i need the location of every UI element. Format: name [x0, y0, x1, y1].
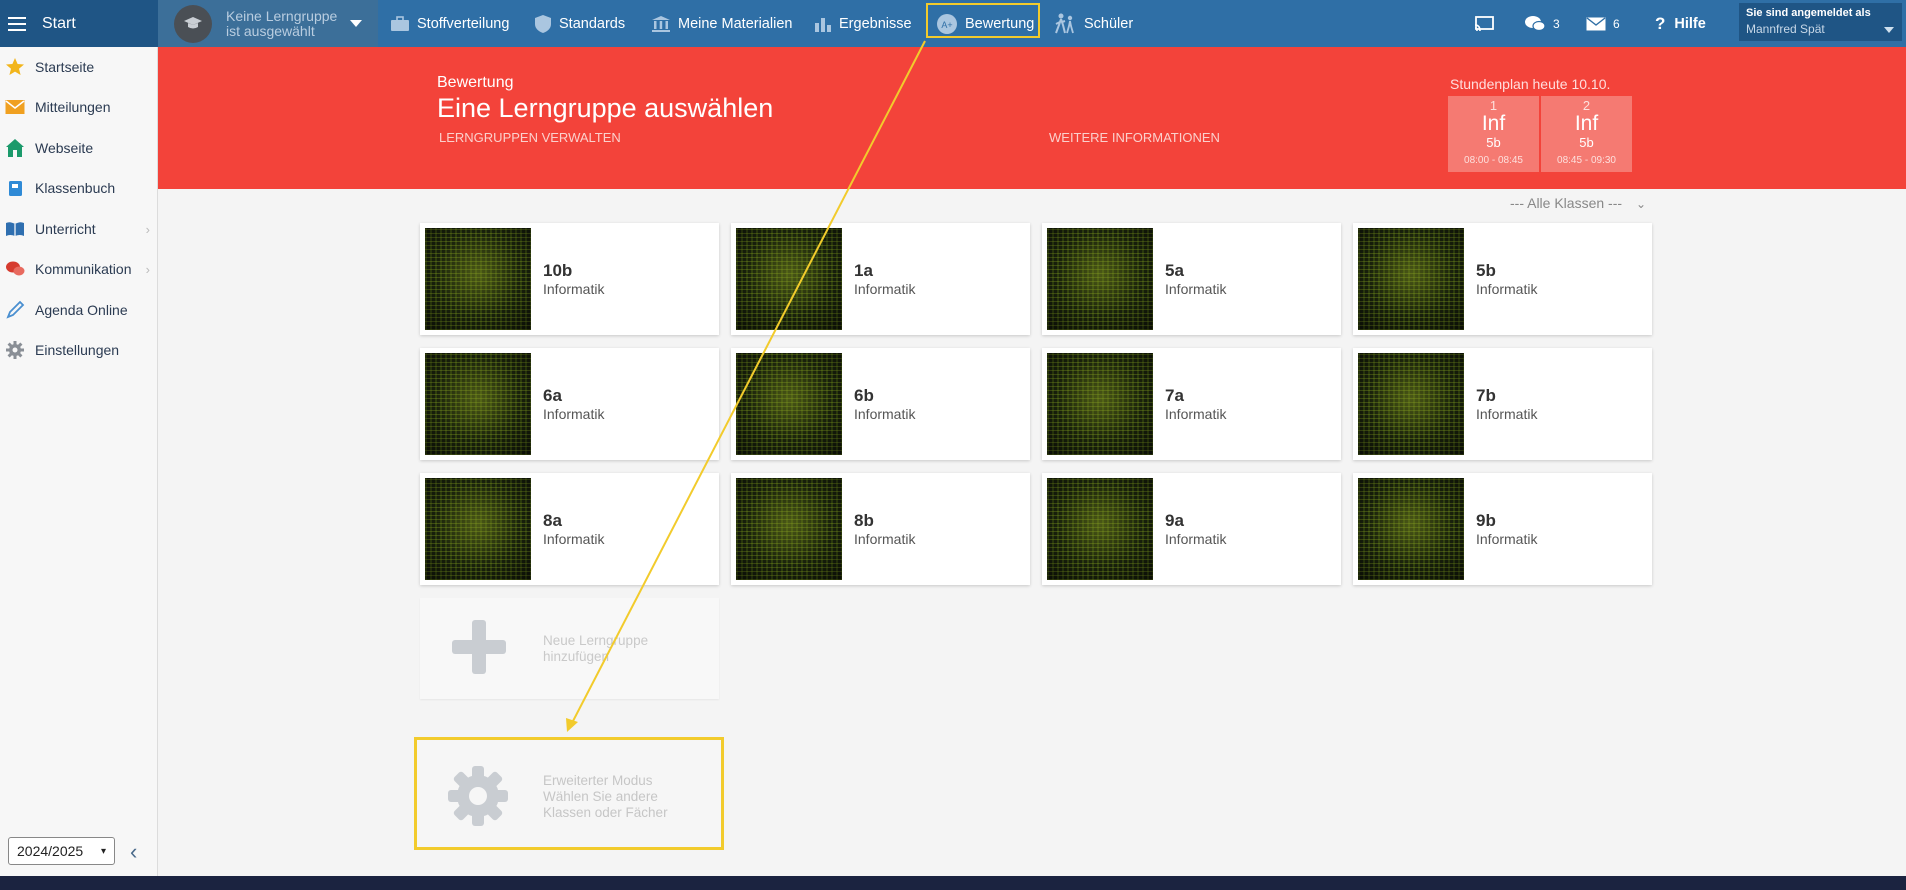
lerngruppe-text: Keine Lerngruppe ist ausgewählt: [226, 7, 338, 39]
chat-bubbles-icon: [1525, 15, 1546, 31]
class-card-image: [736, 353, 842, 455]
class-card-10b[interactable]: 10b Informatik: [420, 223, 719, 335]
chat-bubbles-icon: [6, 261, 25, 276]
library-icon: [652, 15, 670, 32]
sidebar-item-unterricht[interactable]: Unterricht ›: [0, 214, 158, 244]
caret-down-icon: [350, 20, 362, 27]
class-card-image: [1047, 478, 1153, 580]
chevron-right-icon: ›: [145, 261, 150, 277]
house-icon: [6, 139, 24, 157]
caret-down-icon: [1884, 27, 1894, 33]
class-card-6a[interactable]: 6a Informatik: [420, 348, 719, 460]
sidebar-item-agenda-online[interactable]: Agenda Online: [0, 295, 158, 325]
plus-icon: [452, 620, 506, 674]
class-card-image: [1358, 478, 1464, 580]
class-card-image: [425, 353, 531, 455]
sidebar-item-webseite[interactable]: Webseite: [0, 133, 158, 163]
class-card-9b[interactable]: 9b Informatik: [1353, 473, 1652, 585]
class-card-8a[interactable]: 8a Informatik: [420, 473, 719, 585]
graduation-cap-icon: [174, 4, 212, 43]
lerngruppe-selector[interactable]: Keine Lerngruppe ist ausgewählt: [158, 0, 378, 47]
class-card-image: [736, 478, 842, 580]
nav-standards[interactable]: Standards: [534, 0, 625, 47]
sidebar-item-kommunikation[interactable]: Kommunikation ›: [0, 254, 158, 284]
shield-icon: [535, 14, 551, 33]
cast-screen-button[interactable]: [1474, 0, 1501, 47]
sidebar: Startseite Mitteilungen Webseite Klassen…: [0, 47, 158, 876]
sidebar-item-klassenbuch[interactable]: Klassenbuch: [0, 173, 158, 203]
envelope-icon: [5, 100, 25, 114]
chat-count: 3: [1553, 16, 1560, 31]
nav-ergebnisse[interactable]: Ergebnisse: [814, 0, 912, 47]
class-card-7b[interactable]: 7b Informatik: [1353, 348, 1652, 460]
user-menu[interactable]: Sie sind angemeldet als Mannfred Spät: [1739, 3, 1902, 41]
pen-icon: [6, 300, 25, 319]
class-card-8b[interactable]: 8b Informatik: [731, 473, 1030, 585]
schedule-title: Stundenplan heute 10.10.: [1450, 76, 1611, 92]
question-icon: ?: [1655, 13, 1666, 33]
os-taskbar: [0, 876, 1906, 890]
briefcase-icon: [391, 15, 409, 31]
sidebar-item-startseite[interactable]: Startseite: [0, 52, 158, 82]
nav-stoffverteilung[interactable]: Stoffverteilung: [390, 0, 509, 47]
class-card-image: [1358, 353, 1464, 455]
envelope-icon: [1586, 16, 1606, 30]
chevron-right-icon: ›: [145, 221, 150, 237]
schedule-lesson-2[interactable]: 2 Inf 5b 08:45 - 09:30: [1541, 96, 1632, 172]
manage-groups-link[interactable]: LERNGRUPPEN VERWALTEN: [439, 130, 621, 145]
class-card-image: [425, 478, 531, 580]
class-card-image: [1358, 228, 1464, 330]
class-card-7a[interactable]: 7a Informatik: [1042, 348, 1341, 460]
mail-count: 6: [1613, 16, 1620, 31]
page-subtitle: Bewertung: [437, 74, 514, 91]
class-card-1a[interactable]: 1a Informatik: [731, 223, 1030, 335]
class-card-image: [1047, 353, 1153, 455]
class-card-image: [736, 228, 842, 330]
top-navigation-bar: Start Keine Lerngruppe ist ausgewählt St…: [0, 0, 1906, 47]
add-lerngruppe-card[interactable]: Neue Lerngruppe hinzufügen: [420, 598, 719, 699]
class-card-5a[interactable]: 5a Informatik: [1042, 223, 1341, 335]
students-icon: [1055, 13, 1074, 33]
start-menu-button[interactable]: Start: [0, 0, 158, 47]
sidebar-item-einstellungen[interactable]: Einstellungen: [0, 335, 158, 365]
school-year-select[interactable]: 2024/2025 ▾: [8, 837, 115, 865]
gear-icon: [448, 766, 508, 826]
cast-icon: [1474, 15, 1494, 31]
more-info-link[interactable]: WEITERE INFORMATIONEN: [1049, 130, 1220, 145]
chevron-down-icon: ⌄: [1636, 197, 1647, 211]
gear-icon: [6, 341, 24, 359]
nav-schueler[interactable]: Schüler: [1053, 0, 1133, 47]
class-card-image: [1047, 228, 1153, 330]
hamburger-icon: [8, 16, 26, 31]
help-button[interactable]: ? Hilfe: [1655, 0, 1706, 47]
class-card-9a[interactable]: 9a Informatik: [1042, 473, 1341, 585]
chevron-down-icon: ▾: [100, 846, 106, 857]
star-icon: [6, 58, 24, 75]
book-icon: [9, 181, 22, 196]
extended-mode-card[interactable]: Erweiterter Modus Wählen Sie andere Klas…: [414, 737, 724, 850]
chat-button[interactable]: 3: [1524, 0, 1560, 47]
bar-chart-icon: [815, 17, 831, 32]
page-title: Eine Lerngruppe auswählen: [437, 93, 774, 123]
collapse-sidebar-button[interactable]: ‹: [130, 839, 137, 865]
nav-meine-materialien[interactable]: Meine Materialien: [651, 0, 792, 47]
class-card-image: [425, 228, 531, 330]
schedule-lesson-1[interactable]: 1 Inf 5b 08:00 - 08:45: [1448, 96, 1539, 172]
open-book-icon: [6, 222, 24, 236]
start-label: Start: [42, 14, 76, 32]
mail-button[interactable]: 6: [1586, 0, 1620, 47]
page-header-banner: Bewertung Eine Lerngruppe auswählen LERN…: [158, 47, 1906, 189]
class-card-6b[interactable]: 6b Informatik: [731, 348, 1030, 460]
bewertung-highlight-box: [926, 3, 1040, 38]
sidebar-item-mitteilungen[interactable]: Mitteilungen: [0, 92, 158, 122]
class-card-5b[interactable]: 5b Informatik: [1353, 223, 1652, 335]
class-filter-select[interactable]: --- Alle Klassen --- ⌄: [1510, 195, 1646, 211]
